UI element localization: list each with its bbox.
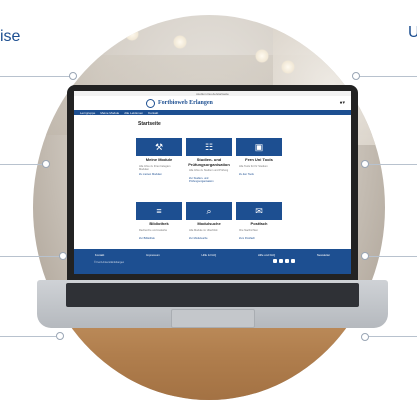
site-header: Fortbioweb Erlangen ●▾ — [74, 96, 351, 110]
callout-marker[interactable] — [59, 252, 67, 260]
callout-line — [0, 76, 70, 77]
ceiling-light — [255, 49, 269, 63]
tile-title: Bibliothek — [149, 221, 169, 226]
tile-description: Recherche und Ausleihe — [139, 228, 168, 232]
site-logo-text: Fortbioweb Erlangen — [158, 100, 213, 106]
ceiling-light — [281, 60, 295, 74]
site-logo[interactable]: Fortbioweb Erlangen — [146, 98, 213, 108]
callout-line — [0, 256, 60, 257]
facebook-icon[interactable] — [273, 259, 277, 263]
tile-link[interactable]: Zur Bibliothek — [139, 237, 179, 240]
tile-link[interactable]: Zur Studien- und Prüfungsorganisation — [189, 177, 229, 183]
callout-line — [0, 336, 56, 337]
dashboard-tiles: ⚒ Meine Module Alle Infos zu Ihren beleg… — [136, 138, 290, 260]
footer-link[interactable]: Newsletter — [317, 253, 330, 257]
tile-description: Alle Infos zu Studium und Prüfung — [189, 169, 229, 172]
ceiling-light — [173, 35, 187, 49]
callout-line — [0, 164, 44, 165]
books-icon: ≡ — [156, 206, 162, 216]
callout-marker[interactable] — [361, 252, 369, 260]
tile-title: Modulsuche — [197, 221, 221, 226]
page-title: Startseite — [138, 121, 161, 127]
footer-copyright: © FernUniversität Erlangen — [94, 261, 125, 264]
browser-bar: studium.fau.de/startseite — [74, 91, 351, 96]
nav-item[interactable]: Alle Lektionen — [124, 111, 143, 115]
toolbox-icon: ▣ — [254, 141, 264, 152]
nav-item[interactable]: Lerngruppe — [80, 111, 95, 115]
tile-description: Alle Infos zu Ihren belegten Modulen — [139, 164, 171, 171]
tile-link[interactable]: Zum Postfach — [239, 237, 279, 240]
youtube-icon[interactable] — [291, 259, 295, 263]
tile-tools[interactable]: ▣ Fern Uni Tools Alle Tools für Ihr Stud… — [236, 138, 282, 196]
tile-title: Studien- und Prüfungsorganisation — [188, 157, 230, 167]
laptop-touchpad — [171, 309, 255, 328]
callout-marker[interactable] — [69, 72, 77, 80]
graduation-cap-icon: ⚒ — [154, 141, 164, 152]
tile-studienorganisation[interactable]: ☷ Studien- und Prüfungsorganisation Alle… — [186, 138, 232, 196]
ceiling-light — [125, 27, 139, 41]
footer-link[interactable]: Hilfe und FAQ — [258, 253, 275, 257]
tile-link[interactable]: Zu den Tools — [239, 173, 279, 176]
callout-marker[interactable] — [352, 72, 360, 80]
user-menu-button[interactable]: ●▾ — [339, 100, 345, 106]
laptop-keyboard — [66, 283, 359, 307]
tile-description: Alle Module im Überblick — [189, 228, 218, 232]
tile-link[interactable]: Zu meinen Modulen — [139, 173, 179, 176]
tile-meine-module[interactable]: ⚒ Meine Module Alle Infos zu Ihren beleg… — [136, 138, 182, 196]
browser-url[interactable]: studium.fau.de/startseite — [78, 92, 347, 96]
footer-link[interactable]: Kontakt — [95, 253, 105, 257]
social-links — [273, 259, 295, 263]
tile-description: Ihre Nachrichten — [239, 228, 259, 232]
nav-item[interactable]: Kontakt — [148, 111, 158, 115]
site-footer: Kontakt Impressum Hilfe & FAQ Hilfe und … — [74, 249, 351, 274]
instagram-icon[interactable] — [285, 259, 289, 263]
callout-line — [366, 164, 417, 165]
tile-title: Meine Module — [145, 157, 173, 162]
university-seal-icon — [146, 98, 155, 108]
footer-link[interactable]: Hilfe & FAQ — [202, 253, 217, 257]
tile-link[interactable]: Zur Modulsuche — [189, 237, 229, 240]
heading-fragment-right: U — [408, 24, 417, 41]
callout-marker[interactable] — [361, 333, 369, 341]
tile-title: Fern Uni Tools — [245, 157, 273, 162]
laptop-screen: studium.fau.de/startseite Fortbioweb Erl… — [74, 91, 351, 274]
heading-fragment-left: ise — [0, 28, 21, 45]
search-icon: ⌕ — [206, 205, 212, 216]
callout-line — [366, 336, 417, 337]
tile-title: Postfach — [250, 221, 268, 226]
nav-item[interactable]: Meine Module — [100, 111, 119, 115]
main-nav: Lerngruppe Meine Module Alle Lektionen K… — [74, 110, 351, 115]
callout-line — [366, 256, 417, 257]
callout-marker[interactable] — [361, 160, 369, 168]
tile-description: Alle Tools für Ihr Studium — [239, 164, 268, 168]
clipboard-icon: ☷ — [204, 141, 214, 152]
footer-link[interactable]: Impressum — [146, 253, 160, 257]
callout-marker[interactable] — [42, 160, 50, 168]
callout-line — [356, 76, 417, 77]
envelope-icon: ✉ — [255, 205, 263, 216]
callout-marker[interactable] — [56, 332, 64, 340]
twitter-icon[interactable] — [279, 259, 283, 263]
